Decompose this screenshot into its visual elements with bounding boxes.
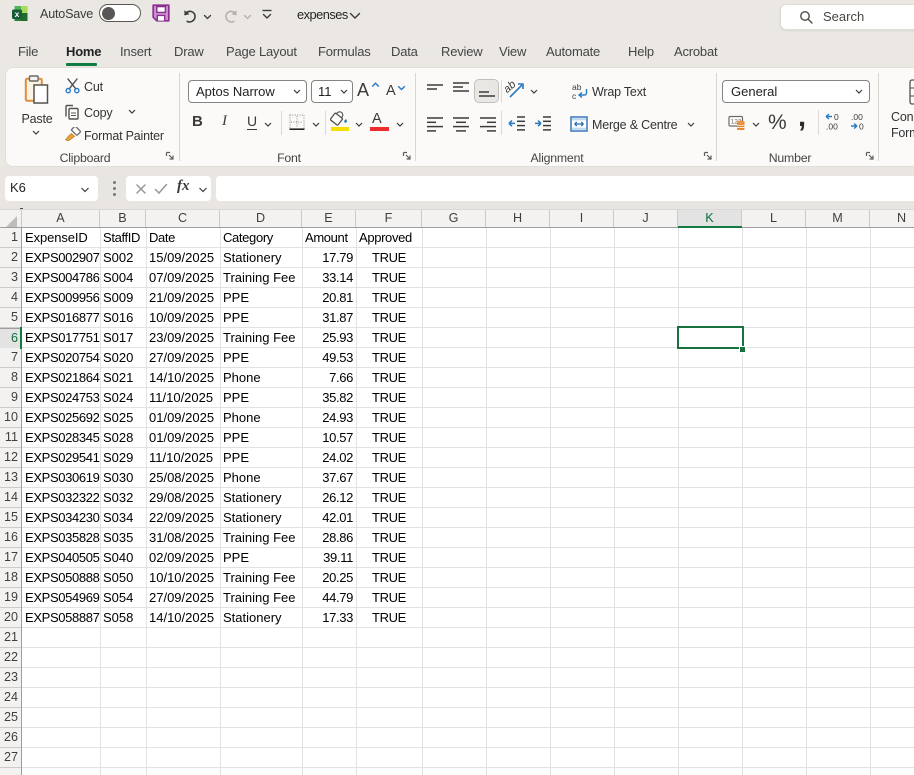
svg-text:ab: ab	[505, 80, 518, 96]
svg-text:c: c	[572, 91, 577, 100]
svg-text:0: 0	[859, 122, 864, 132]
svg-text:x: x	[15, 9, 20, 19]
svg-text:.00: .00	[826, 122, 838, 132]
